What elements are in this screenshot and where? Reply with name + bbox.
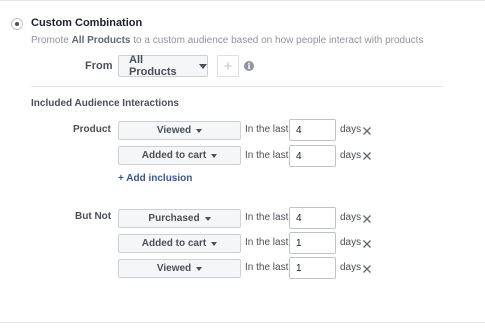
days-input[interactable] xyxy=(289,119,336,141)
days-input[interactable] xyxy=(289,207,336,229)
event-select[interactable]: Viewed xyxy=(118,259,241,278)
days-label: days xyxy=(340,262,362,273)
days-label: days xyxy=(340,237,362,248)
days-label: days xyxy=(340,212,362,223)
close-icon[interactable] xyxy=(362,151,372,161)
close-icon[interactable] xyxy=(362,126,372,136)
event-select-value: Added to cart xyxy=(141,150,207,161)
days-label: days xyxy=(340,124,362,135)
option-desc-suffix: to a custom audience based on how people… xyxy=(130,35,424,46)
event-select[interactable]: Viewed xyxy=(118,121,241,140)
caret-down-icon xyxy=(196,128,203,133)
in-the-last-label: In the last xyxy=(245,237,289,248)
event-select-value: Viewed xyxy=(156,263,192,274)
add-inclusion-link[interactable]: + Add inclusion xyxy=(118,173,192,184)
close-icon[interactable] xyxy=(362,214,372,224)
caret-down-icon xyxy=(196,266,203,271)
caret-down-icon xyxy=(211,241,218,246)
from-label: From xyxy=(85,60,113,72)
custom-combination-radio[interactable] xyxy=(11,18,23,30)
event-select[interactable]: Added to cart xyxy=(118,234,241,253)
caret-down-icon xyxy=(211,153,218,158)
close-icon[interactable] xyxy=(362,239,372,249)
event-select[interactable]: Purchased xyxy=(118,209,241,228)
in-the-last-label: In the last xyxy=(245,124,289,135)
event-select-value: Added to cart xyxy=(141,238,207,249)
close-icon[interactable] xyxy=(362,264,372,274)
days-label: days xyxy=(340,150,362,161)
days-input[interactable] xyxy=(289,232,336,254)
event-select[interactable]: Added to cart xyxy=(118,146,241,165)
section-divider xyxy=(31,86,443,87)
info-icon[interactable]: i xyxy=(244,61,254,71)
product-set-value: All Products xyxy=(129,54,177,78)
product-set-select[interactable]: All Products xyxy=(118,54,208,78)
event-select-value: Purchased xyxy=(148,213,200,224)
option-description: Promote All Products to a custom audienc… xyxy=(31,35,423,46)
product-label: Product xyxy=(73,124,111,135)
top-divider xyxy=(0,0,485,1)
in-the-last-label: In the last xyxy=(245,212,289,223)
option-desc-prefix: Promote xyxy=(31,35,72,46)
option-title: Custom Combination xyxy=(31,17,143,29)
section-title: Included Audience Interactions xyxy=(31,98,179,109)
in-the-last-label: In the last xyxy=(245,262,289,273)
but-not-label: But Not xyxy=(75,211,112,222)
option-desc-bold: All Products xyxy=(71,35,131,46)
caret-down-icon xyxy=(199,63,207,69)
days-input[interactable] xyxy=(289,257,336,279)
in-the-last-label: In the last xyxy=(245,150,289,161)
event-select-value: Viewed xyxy=(156,125,192,136)
caret-down-icon xyxy=(204,216,211,221)
add-product-set-button[interactable]: + xyxy=(217,55,239,77)
bottom-divider xyxy=(0,322,485,323)
days-input[interactable] xyxy=(289,145,336,167)
